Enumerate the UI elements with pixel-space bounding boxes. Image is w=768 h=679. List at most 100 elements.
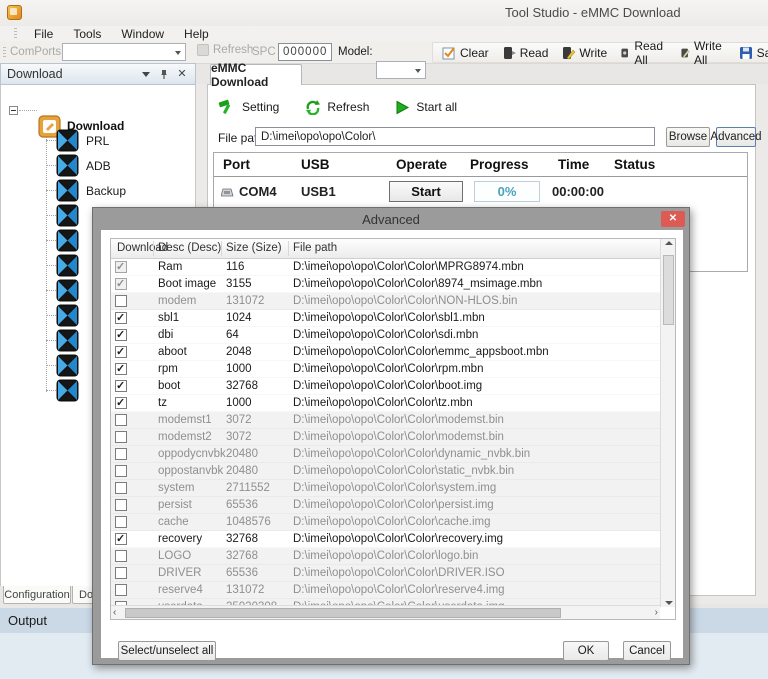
- download-checkbox[interactable]: [115, 465, 127, 477]
- scroll-down-icon[interactable]: [661, 601, 676, 605]
- col-file-path[interactable]: File path: [293, 242, 337, 254]
- col-progress: Progress: [470, 157, 529, 172]
- tree-item[interactable]: PRL: [1, 128, 195, 153]
- file-path-cell: D:\imei\opo\opo\Color\Color\sdi.mbn: [293, 329, 479, 341]
- partition-row[interactable]: oppostanvbk 20480 D:\imei\opo\opo\Color\…: [111, 463, 660, 480]
- comports-select[interactable]: [62, 43, 186, 61]
- size-cell: 32768: [226, 380, 258, 392]
- file-path-cell: D:\imei\opo\opo\Color\Color\boot.img: [293, 380, 483, 392]
- vertical-scroll-thumb[interactable]: [663, 255, 674, 325]
- advanced-button[interactable]: Advanced: [710, 127, 762, 147]
- select-unselect-all-button[interactable]: Select/unselect all: [118, 641, 216, 661]
- setting-hammer-icon: [218, 99, 231, 114]
- spc-input[interactable]: 000000: [278, 43, 332, 61]
- menu-file[interactable]: File: [25, 26, 62, 42]
- partition-row[interactable]: modemst1 3072 D:\imei\opo\opo\Color\Colo…: [111, 412, 660, 429]
- download-checkbox[interactable]: [115, 482, 127, 494]
- output-title: Output: [8, 613, 48, 628]
- download-checkbox[interactable]: [115, 311, 127, 324]
- download-checkbox[interactable]: [115, 345, 127, 358]
- vertical-scrollbar[interactable]: [660, 239, 675, 607]
- download-checkbox[interactable]: [115, 396, 127, 409]
- panel-close-button[interactable]: ✕: [175, 67, 189, 81]
- file-path-input[interactable]: D:\imei\opo\opo\Color\: [255, 127, 655, 146]
- col-desc[interactable]: Desc (Desc): [158, 242, 221, 254]
- start-button[interactable]: Start: [389, 181, 463, 202]
- download-checkbox[interactable]: [115, 260, 127, 273]
- tree-item[interactable]: Backup: [1, 178, 195, 203]
- partition-row[interactable]: sbl1 1024 D:\imei\opo\opo\Color\Color\sb…: [111, 310, 660, 327]
- download-checkbox[interactable]: [115, 379, 127, 392]
- partition-row[interactable]: boot 32768 D:\imei\opo\opo\Color\Color\b…: [111, 378, 660, 395]
- download-checkbox[interactable]: [115, 516, 127, 528]
- desc-cell: rpm: [158, 363, 178, 375]
- device-row: COM4 USB1 Start 0% 00:00:00: [214, 178, 747, 206]
- tree-item-label: ADB: [86, 158, 111, 173]
- scroll-up-icon[interactable]: [661, 241, 676, 245]
- panel-menu-button[interactable]: [139, 67, 153, 81]
- write-button[interactable]: Write: [558, 45, 610, 61]
- read-button[interactable]: Read: [499, 45, 552, 61]
- partition-row[interactable]: recovery 32768 D:\imei\opo\opo\Color\Col…: [111, 531, 660, 548]
- partition-row[interactable]: tz 1000 D:\imei\opo\opo\Color\Color\tz.m…: [111, 395, 660, 412]
- dialog-title-bar[interactable]: Advanced ✕: [93, 208, 689, 230]
- ok-button[interactable]: OK: [563, 641, 609, 661]
- partition-row[interactable]: modemst2 3072 D:\imei\opo\opo\Color\Colo…: [111, 429, 660, 446]
- menu-tools[interactable]: Tools: [64, 26, 110, 42]
- refresh-all-button[interactable]: Refresh: [305, 99, 369, 115]
- start-all-button[interactable]: Start all: [395, 100, 457, 115]
- partition-row[interactable]: Ram 116 D:\imei\opo\opo\Color\Color\MPRG…: [111, 259, 660, 276]
- partition-row[interactable]: persist 65536 D:\imei\opo\opo\Color\Colo…: [111, 497, 660, 514]
- download-checkbox[interactable]: [115, 567, 127, 579]
- download-checkbox[interactable]: [115, 295, 127, 307]
- download-checkbox[interactable]: [115, 550, 127, 562]
- partition-row[interactable]: cache 1048576 D:\imei\opo\opo\Color\Colo…: [111, 514, 660, 531]
- file-path-cell: D:\imei\opo\opo\Color\Color\emmc_appsboo…: [293, 346, 549, 358]
- download-checkbox[interactable]: [115, 328, 127, 341]
- scroll-left-icon[interactable]: ‹: [113, 607, 116, 618]
- browse-button[interactable]: Browse: [666, 127, 710, 147]
- download-checkbox[interactable]: [115, 277, 127, 290]
- download-checkbox[interactable]: [115, 448, 127, 460]
- clear-button[interactable]: Clear: [439, 45, 492, 61]
- download-checkbox[interactable]: [115, 532, 127, 545]
- tab-emmc-download[interactable]: eMMC Download: [210, 61, 302, 89]
- download-checkbox[interactable]: [115, 414, 127, 426]
- save-button[interactable]: Save: [736, 45, 768, 61]
- desc-cell: reserve4: [158, 584, 203, 596]
- setting-button[interactable]: Setting: [218, 99, 279, 115]
- pin-button[interactable]: [157, 67, 171, 81]
- partition-row[interactable]: modem 131072 D:\imei\opo\opo\Color\Color…: [111, 293, 660, 310]
- partition-row[interactable]: aboot 2048 D:\imei\opo\opo\Color\Color\e…: [111, 344, 660, 361]
- tree-item[interactable]: ADB: [1, 153, 195, 178]
- download-task-icon: [56, 379, 79, 402]
- partition-row[interactable]: reserve4 131072 D:\imei\opo\opo\Color\Co…: [111, 582, 660, 599]
- file-path-cell: D:\imei\opo\opo\Color\Color\system.img: [293, 482, 497, 494]
- scroll-right-icon[interactable]: ›: [655, 607, 658, 618]
- tree-expander[interactable]: [9, 106, 18, 115]
- tab-configuration[interactable]: Configuration: [3, 586, 71, 604]
- col-size[interactable]: Size (Size): [226, 242, 282, 254]
- desc-cell: Boot image: [158, 278, 217, 290]
- partition-row[interactable]: system 2711552 D:\imei\opo\opo\Color\Col…: [111, 480, 660, 497]
- menu-help[interactable]: Help: [175, 26, 218, 42]
- horizontal-scrollbar[interactable]: ‹ ›: [111, 605, 660, 619]
- download-checkbox[interactable]: [115, 362, 127, 375]
- download-checkbox[interactable]: [115, 584, 127, 596]
- refresh-ports-button[interactable]: Refresh: [194, 43, 256, 57]
- refresh-icon: [197, 44, 209, 56]
- partition-row[interactable]: dbi 64 D:\imei\opo\opo\Color\Color\sdi.m…: [111, 327, 660, 344]
- horizontal-scroll-thumb[interactable]: [125, 608, 561, 618]
- partition-row[interactable]: LOGO 32768 D:\imei\opo\opo\Color\Color\l…: [111, 548, 660, 565]
- partition-row[interactable]: Boot image 3155 D:\imei\opo\opo\Color\Co…: [111, 276, 660, 293]
- dialog-close-button[interactable]: ✕: [661, 211, 685, 227]
- download-checkbox[interactable]: [115, 431, 127, 443]
- partition-row[interactable]: rpm 1000 D:\imei\opo\opo\Color\Color\rpm…: [111, 361, 660, 378]
- download-task-icon: [56, 229, 79, 252]
- download-checkbox[interactable]: [115, 499, 127, 511]
- menu-window[interactable]: Window: [112, 26, 173, 42]
- partition-row[interactable]: DRIVER 65536 D:\imei\opo\opo\Color\Color…: [111, 565, 660, 582]
- cancel-button[interactable]: Cancel: [623, 641, 671, 661]
- partition-row[interactable]: oppodycnvbk 20480 D:\imei\opo\opo\Color\…: [111, 446, 660, 463]
- desc-cell: system: [158, 482, 195, 494]
